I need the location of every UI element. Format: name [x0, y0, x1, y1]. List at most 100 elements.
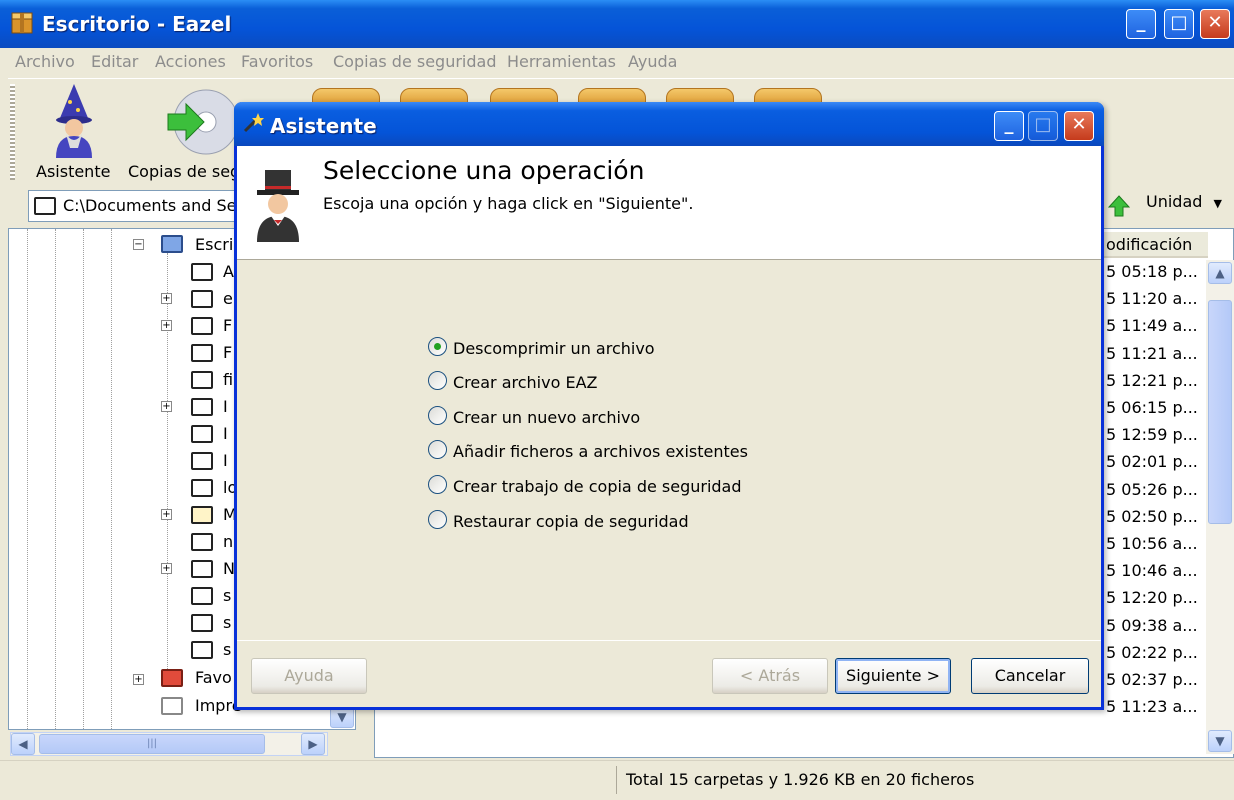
- menu-favoritos[interactable]: Favoritos: [241, 52, 313, 71]
- scroll-right-button[interactable]: ▶: [301, 733, 325, 755]
- tree-item[interactable]: fi: [223, 370, 233, 389]
- tree-item[interactable]: n: [223, 532, 233, 551]
- column-header-modified[interactable]: odificación: [1098, 232, 1208, 258]
- list-row-modified[interactable]: 5 10:56 a...: [1106, 534, 1198, 553]
- next-button[interactable]: Siguiente >: [835, 658, 951, 694]
- cancel-button[interactable]: Cancelar: [971, 658, 1089, 694]
- list-scroll-thumb[interactable]: [1208, 300, 1232, 524]
- magician-icon: [257, 170, 299, 242]
- option-crear-trabajo-copia[interactable]: Crear trabajo de copia de seguridad: [428, 475, 742, 496]
- expand-toggle[interactable]: +: [161, 320, 172, 331]
- list-row-modified[interactable]: 5 11:49 a...: [1106, 316, 1198, 335]
- list-row-modified[interactable]: 5 09:38 a...: [1106, 616, 1198, 635]
- minimize-button[interactable]: _: [1126, 9, 1156, 39]
- eazel-app-icon: [11, 12, 33, 34]
- expand-toggle[interactable]: +: [161, 401, 172, 412]
- list-row-modified[interactable]: 5 11:20 a...: [1106, 289, 1198, 308]
- dialog-minimize-button[interactable]: _: [994, 111, 1024, 141]
- tree-item[interactable]: F: [223, 316, 232, 335]
- menu-ayuda[interactable]: Ayuda: [628, 52, 677, 71]
- radio[interactable]: [428, 440, 447, 459]
- menu-herramientas[interactable]: Herramientas: [507, 52, 616, 71]
- list-row-modified[interactable]: 5 05:18 p...: [1106, 262, 1198, 281]
- folder-icon: [34, 197, 56, 215]
- folder-icon: [191, 425, 213, 443]
- backup-tool-button[interactable]: Copias de seg: [128, 84, 240, 184]
- option-restaurar-copia[interactable]: Restaurar copia de seguridad: [428, 510, 689, 531]
- menu-archivo[interactable]: Archivo: [15, 52, 75, 71]
- tree-item[interactable]: I: [223, 424, 228, 443]
- menu-editar[interactable]: Editar: [91, 52, 138, 71]
- dialog-header: Seleccione una operación Escoja una opci…: [237, 146, 1101, 260]
- status-summary: Total 15 carpetas y 1.926 KB en 20 fiche…: [626, 770, 975, 789]
- expand-toggle[interactable]: +: [133, 674, 144, 685]
- expand-toggle[interactable]: +: [161, 563, 172, 574]
- list-row-modified[interactable]: 5 02:50 p...: [1106, 507, 1198, 526]
- list-row-modified[interactable]: 5 12:59 p...: [1106, 425, 1198, 444]
- menu-copias-de-seguridad[interactable]: Copias de seguridad: [333, 52, 497, 71]
- radio[interactable]: [428, 510, 447, 529]
- radio-selected[interactable]: [428, 337, 447, 356]
- folder-icon: [191, 560, 213, 578]
- close-button[interactable]: ✕: [1200, 9, 1230, 39]
- tree-item-root[interactable]: Escri: [195, 235, 233, 254]
- dialog-separator: [237, 640, 1101, 641]
- list-row-modified[interactable]: 5 11:21 a...: [1106, 344, 1198, 363]
- folder-icon: [191, 614, 213, 632]
- back-button[interactable]: < Atrás: [712, 658, 828, 694]
- list-row-modified[interactable]: 5 12:21 p...: [1106, 371, 1198, 390]
- folder-icon: [191, 263, 213, 281]
- list-row-modified[interactable]: 5 11:23 a...: [1106, 697, 1198, 716]
- list-row-modified[interactable]: 5 02:22 p...: [1106, 643, 1198, 662]
- list-row-modified[interactable]: 5 02:37 p...: [1106, 670, 1198, 689]
- scroll-up-button[interactable]: ▲: [1208, 262, 1232, 284]
- menu-acciones[interactable]: Acciones: [155, 52, 226, 71]
- radio[interactable]: [428, 475, 447, 494]
- option-anadir-ficheros[interactable]: Añadir ficheros a archivos existentes: [428, 440, 748, 461]
- dialog-maximize-button[interactable]: □: [1028, 111, 1058, 141]
- status-bar: Total 15 carpetas y 1.926 KB en 20 fiche…: [0, 760, 1234, 800]
- tree-horizontal-scrollbar[interactable]: ◀ ||| ▶: [10, 732, 328, 756]
- list-row-modified[interactable]: 5 06:15 p...: [1106, 398, 1198, 417]
- scroll-thumb[interactable]: |||: [39, 734, 265, 754]
- tree-item[interactable]: s: [223, 586, 231, 605]
- option-label: Crear trabajo de copia de seguridad: [453, 477, 742, 496]
- folder-icon: [191, 533, 213, 551]
- help-button[interactable]: Ayuda: [251, 658, 367, 694]
- tree-item[interactable]: s: [223, 613, 231, 632]
- up-arrow-icon[interactable]: [1108, 194, 1130, 218]
- list-row-modified[interactable]: 5 12:20 p...: [1106, 588, 1198, 607]
- option-crear-eaz[interactable]: Crear archivo EAZ: [428, 371, 597, 392]
- folder-icon: [191, 587, 213, 605]
- tree-item[interactable]: A: [223, 262, 234, 281]
- main-titlebar: Escritorio - Eazel _ □ ✕: [0, 0, 1234, 48]
- scroll-down-button[interactable]: ▼: [1208, 730, 1232, 752]
- list-row-modified[interactable]: 5 10:46 a...: [1106, 561, 1198, 580]
- folder-icon: [191, 290, 213, 308]
- maximize-button[interactable]: □: [1164, 9, 1194, 39]
- wizard-tool-button[interactable]: Asistente: [36, 84, 112, 184]
- tree-item[interactable]: I: [223, 451, 228, 470]
- unit-dropdown[interactable]: Unidad ▼: [1146, 192, 1222, 211]
- collapse-toggle[interactable]: −: [133, 239, 144, 250]
- address-bar[interactable]: C:\Documents and Se: [28, 190, 238, 222]
- option-descomprimir[interactable]: Descomprimir un archivo: [428, 337, 655, 358]
- tree-item[interactable]: I: [223, 397, 228, 416]
- dialog-close-button[interactable]: ✕: [1064, 111, 1094, 141]
- radio[interactable]: [428, 371, 447, 390]
- list-row-modified[interactable]: 5 02:01 p...: [1106, 452, 1198, 471]
- folder-icon: [191, 344, 213, 362]
- magic-wand-icon: [243, 113, 264, 133]
- toolbar-grip[interactable]: [10, 84, 15, 180]
- tree-item[interactable]: F: [223, 343, 232, 362]
- expand-toggle[interactable]: +: [161, 509, 172, 520]
- printer-folder-icon: [161, 697, 183, 715]
- radio[interactable]: [428, 406, 447, 425]
- tree-item-favorites[interactable]: Favo: [195, 668, 232, 687]
- scroll-left-button[interactable]: ◀: [11, 733, 35, 755]
- tree-item[interactable]: e: [223, 289, 233, 308]
- list-row-modified[interactable]: 5 05:26 p...: [1106, 480, 1198, 499]
- expand-toggle[interactable]: +: [161, 293, 172, 304]
- tree-item[interactable]: s: [223, 640, 231, 659]
- option-crear-nuevo[interactable]: Crear un nuevo archivo: [428, 406, 640, 427]
